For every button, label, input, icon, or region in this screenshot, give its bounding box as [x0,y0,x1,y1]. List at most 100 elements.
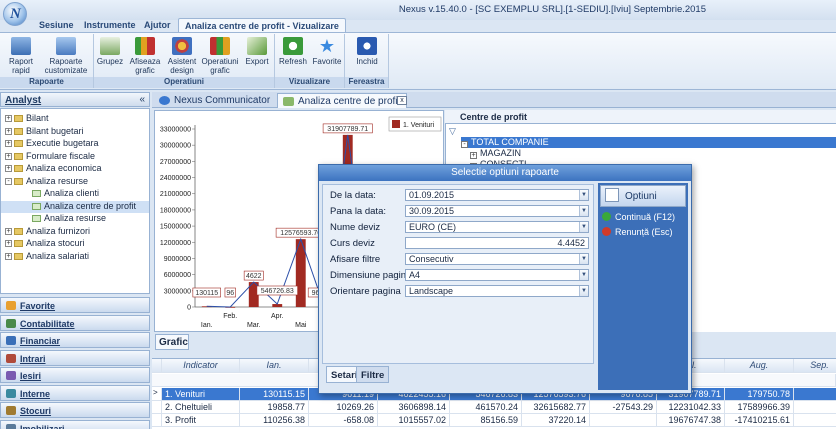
tree-item[interactable]: + Analiza salariati [1,251,149,263]
grid-column-header[interactable]: Ian. [240,359,309,373]
favorite-button[interactable]: ★ Favorite [310,37,344,66]
grid-cell[interactable]: 130115.15 [240,388,309,401]
app-logo[interactable]: N [3,2,27,26]
grid-cell[interactable]: 85156.59 [450,414,522,427]
grid-column-header[interactable]: Indicator [162,359,240,373]
row-marker[interactable]: > [152,388,162,401]
grid-cell[interactable]: 0 [794,401,836,414]
menu-tab-ajutor[interactable]: Ajutor [138,18,177,33]
grupez-button[interactable]: Grupez [94,37,126,66]
grid-cell[interactable]: 17589966.39 [725,401,794,414]
inchid-button[interactable]: Inchid [346,37,388,66]
menu-tab-instrumente[interactable]: Instrumente [78,18,142,33]
dropdown-field[interactable]: Consecutiv ▼ [405,253,589,265]
expand-icon[interactable]: + [5,152,12,160]
close-tab-icon[interactable]: x [397,96,407,105]
grid-cell[interactable]: 0 [794,414,836,427]
profit-center-item[interactable]: - TOTAL COMPANIE [461,137,836,148]
nav-imobilizari[interactable]: Imobilizari [0,419,150,429]
nav-iesiri[interactable]: Iesiri [0,367,150,383]
dropdown-field[interactable]: 01.09.2015 ▼ [405,189,589,201]
grid-cell[interactable]: -27543.29 [590,401,657,414]
raport-rapid-button[interactable]: Raport rapid [0,37,42,75]
tree-item[interactable]: + Formulare fiscale [1,151,149,163]
menu-tab-analiza-vizualizare[interactable]: Analiza centre de profit - Vizualizare [178,18,346,33]
export-button[interactable]: Export [240,37,274,66]
grid-column-header[interactable]: Aug. [725,359,794,373]
grid-cell-indicator[interactable]: 1. Venituri [162,388,240,401]
grid-cell[interactable]: 32615682.77 [522,401,590,414]
grid-cell[interactable]: 0 [794,388,836,401]
continue-button[interactable]: Continuă (F12) [602,212,675,222]
tree-item[interactable]: + Bilant bugetari [1,126,149,138]
expand-icon[interactable]: + [5,240,12,247]
row-marker[interactable] [152,401,162,414]
grid-cell[interactable]: -658.08 [309,414,378,427]
grid-column-header[interactable]: Sep. [794,359,836,373]
grid-cell[interactable]: 110256.38 [240,414,309,427]
nav-contabilitate[interactable]: Contabilitate [0,314,150,331]
tree-item[interactable]: + Analiza stocuri [1,238,149,250]
tree-item[interactable]: + Executie bugetara [1,138,149,150]
collapse-icon[interactable]: - [461,141,468,148]
afiseaza-grafic-button[interactable]: Afiseaza grafic [126,37,164,75]
chevron-down-icon[interactable]: ▼ [579,190,588,200]
dropdown-field[interactable]: 30.09.2015 ▼ [405,205,589,217]
menu-tab-sesiune[interactable]: Sesiune [33,18,80,33]
tree-item[interactable]: Analiza centre de profit [1,200,149,213]
nav-favorite[interactable]: Favorite [0,297,150,313]
grid-cell[interactable] [590,414,657,427]
exchange-rate-field[interactable]: 4.4452 [405,237,589,249]
expand-icon[interactable]: + [5,127,12,135]
expand-icon[interactable]: + [470,152,477,159]
grid-cell[interactable]: 1015557.02 [378,414,450,427]
grid-cell-indicator[interactable]: 2. Cheltuieli [162,401,240,414]
tab-analiza-centre-de-profit[interactable]: Analiza centre de profit [277,93,408,108]
expand-icon[interactable]: + [5,227,12,235]
chevron-down-icon[interactable]: ▼ [579,270,588,280]
expand-icon[interactable]: + [5,115,12,122]
nav-financiar[interactable]: Financiar [0,332,150,348]
chevron-down-icon[interactable]: ▼ [579,206,588,216]
expand-icon[interactable]: + [5,165,12,172]
expand-icon[interactable]: + [5,252,12,260]
dropdown-field[interactable]: A4 ▼ [405,269,589,281]
asistent-design-button[interactable]: Asistent design [164,37,200,75]
grid-cell[interactable]: 19676747.38 [657,414,725,427]
grid-cell[interactable]: 461570.24 [450,401,522,414]
tree-item[interactable]: + Bilant [1,113,149,125]
row-marker[interactable] [152,414,162,427]
filter-icon[interactable]: ▽ [449,126,456,137]
expand-icon[interactable]: + [5,140,12,147]
chevron-down-icon[interactable]: ▼ [579,286,588,296]
dropdown-field[interactable]: Landscape ▼ [405,285,589,297]
tab-filtre[interactable]: Filtre [356,366,390,383]
nav-stocuri[interactable]: Stocuri [0,402,150,418]
nav-intrari[interactable]: Intrari [0,349,150,366]
tree-item[interactable]: Analiza resurse [1,213,149,225]
operatiuni-grafic-button[interactable]: Operatiuni grafic [200,37,240,75]
collapse-panel-icon[interactable]: « [139,94,145,105]
collapse-icon[interactable]: - [5,177,12,185]
refresh-button[interactable]: Refresh [276,37,310,66]
chevron-down-icon[interactable]: ▼ [579,222,588,232]
grid-cell[interactable]: 10269.26 [309,401,378,414]
cancel-button[interactable]: Renunță (Esc) [602,227,673,237]
grid-cell[interactable]: 12231042.33 [657,401,725,414]
tree-item[interactable]: + Analiza economica [1,163,149,175]
rapoarte-customizate-button[interactable]: Rapoarte customizate [42,37,90,75]
tree-item[interactable]: Analiza clienti [1,188,149,200]
tree-item[interactable]: + Analiza furnizori [1,226,149,238]
grid-cell[interactable]: 19858.77 [240,401,309,414]
grid-cell-indicator[interactable]: 3. Profit [162,414,240,427]
grid-cell[interactable]: 37220.14 [522,414,590,427]
tree-item[interactable]: - Analiza resurse [1,176,149,188]
profit-center-item[interactable]: + MAGAZIN [470,148,521,159]
chevron-down-icon[interactable]: ▼ [579,254,588,264]
grid-cell[interactable]: 179750.78 [725,388,794,401]
tab-nexus-communicator[interactable]: Nexus Communicator [154,93,276,108]
grid-cell[interactable]: -17410215.61 [725,414,794,427]
dropdown-field[interactable]: EURO (CE) ▼ [405,221,589,233]
grid-cell[interactable]: 3606898.14 [378,401,450,414]
nav-interne[interactable]: Interne [0,384,150,401]
